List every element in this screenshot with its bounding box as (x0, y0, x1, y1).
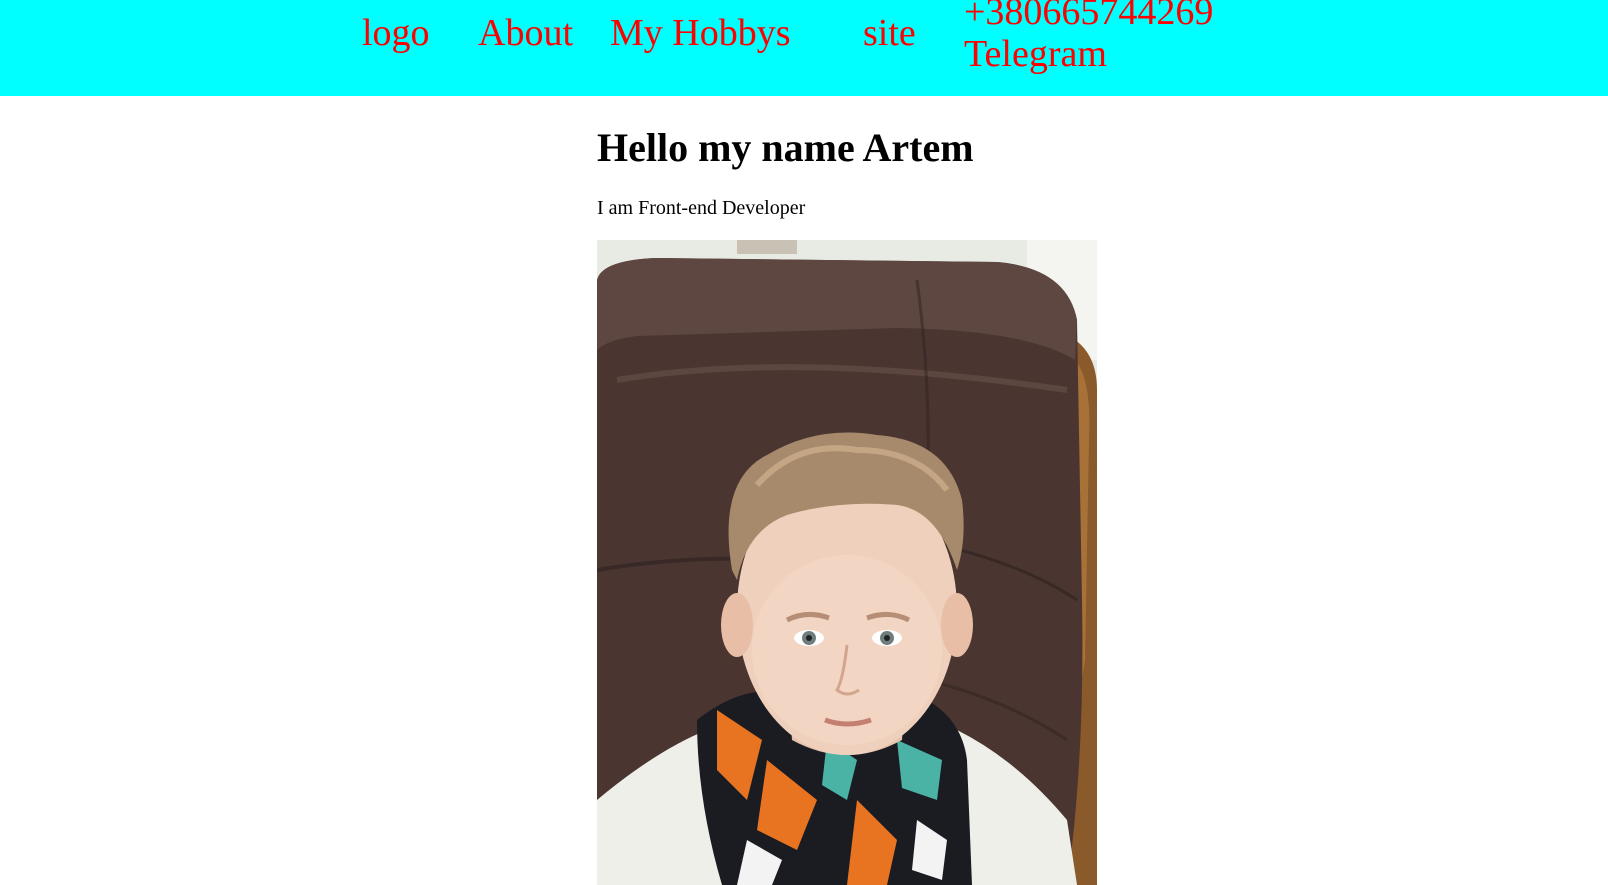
nav-logo-link[interactable]: logo (362, 12, 430, 54)
nav-site-link[interactable]: site (863, 12, 916, 54)
portrait-photo (597, 240, 1097, 885)
nav-telegram-link[interactable]: Telegram (964, 33, 1213, 75)
site-header: logo About My Hobbys site +380665744269 … (0, 0, 1608, 96)
nav-hobbys-link[interactable]: My Hobbys (610, 12, 791, 54)
page-heading: Hello my name Artem (597, 125, 974, 170)
nav-about-link[interactable]: About (478, 12, 573, 54)
nav-phone[interactable]: +380665744269 (964, 0, 1213, 33)
nav-contact[interactable]: +380665744269 Telegram (964, 0, 1213, 75)
tagline: I am Front-end Developer (597, 197, 806, 219)
main-content: Hello my name Artem I am Front-end Devel… (597, 120, 1117, 885)
